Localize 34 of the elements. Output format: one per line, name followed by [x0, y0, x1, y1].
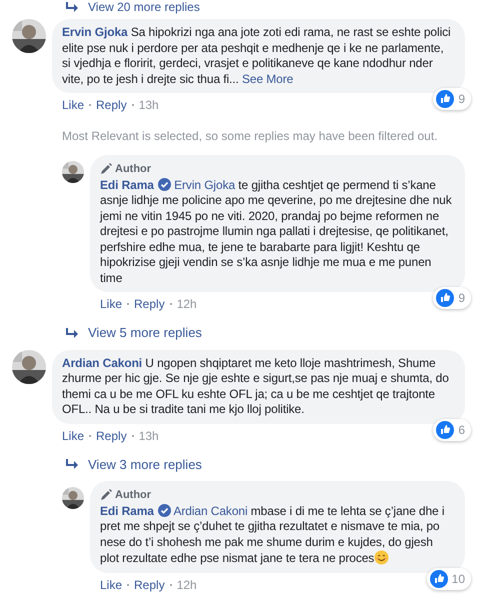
- mention-link[interactable]: Ervin Gjoka: [174, 178, 236, 192]
- author-label: Author: [115, 162, 152, 177]
- author-link[interactable]: Edi Rama: [100, 178, 154, 192]
- like-icon: [436, 289, 454, 307]
- filter-notice: Most Relevant is selected, so some replies may have been filtered out.: [62, 129, 438, 143]
- comment-text: Ervin Gjoka Sa hipokrizi nga ana jote zoti edi rama, ne rast se eshte polici elite pse nuk i perdore per ata peshqit e medhenje qe i ke ne parlamente, si vjedhja e floririt, gerdeci, vrasjet e politikaneve qe kane ndodhur nder vite, po te jesh i drejte sic thua fi... See More: [62, 25, 452, 87]
- action-link[interactable]: Like: [62, 426, 84, 444]
- author-link[interactable]: Ervin Gjoka: [62, 25, 128, 39]
- action-link[interactable]: Reply: [134, 576, 165, 594]
- comment-text: Edi Rama Ervin Gjoka te gjitha ceshtjet qe permend ti s’kane asnje lidhje me policine apo me qeverine, po me drejtesine dhe nuk jemi ne vitin 1945 po ne viti. 2020, prandaj po bejme reformen ne drejtesi e po pastrojme llumin nga pallati i drejtesise, qe politikanet, perfshire edhe mua, te jene te barabarte para ligjit! Keshtu qe hipokrizise gjeji vendin se s’ka asnje lidhje me mua e me punen time: [100, 178, 453, 286]
- action-link[interactable]: Like: [62, 96, 84, 114]
- author-link[interactable]: Edi Rama: [100, 504, 154, 518]
- view-replies-link[interactable]: View 3 more replies: [88, 454, 202, 474]
- see-more-link[interactable]: See More: [242, 72, 294, 86]
- mention-link[interactable]: Ardian Cakoni: [173, 504, 248, 518]
- action-link[interactable]: Like: [100, 295, 122, 313]
- action-link[interactable]: Reply: [96, 96, 127, 114]
- author-label: Author: [115, 488, 152, 503]
- pencil-icon: [100, 489, 112, 502]
- like-icon: [436, 420, 454, 438]
- comment-text: Ardian Cakoni U ngopen shqiptaret me keto lloje mashtrimesh, Shume zhurme per hic gje. Se nje gje eshte e sigurt,se pas nje muaj e shumta, do themi ca u be me OFL ku eshte OFL ja; ca u be me ceshtjet qe trajtonte OFL.. Na u be si tradite tani me kjo lloj politike.: [62, 356, 450, 418]
- reply-arrow-icon: [66, 459, 78, 470]
- action-link[interactable]: Reply: [96, 426, 127, 444]
- reply-arrow-icon: [66, 2, 78, 12]
- view-replies-link[interactable]: View 20 more replies: [88, 0, 200, 14]
- like-icon: [436, 90, 454, 108]
- action-link[interactable]: Reply: [134, 295, 165, 313]
- comment-text: Edi Rama Ardian Cakoni mbase i di me te lehta se ç’jane dhe i pret me shpejt se ç’duhet te gjitha rezultatet e nismave te mia, po nese do t’i shohesh me pak me shume durim e kujdes, do gjesh plot rezultate edhe pse nismat jane te tera ne proces: [100, 504, 446, 566]
- reply-arrow-icon: [66, 328, 78, 338]
- view-replies-link[interactable]: View 5 more replies: [88, 323, 202, 342]
- like-icon: [430, 570, 448, 588]
- pencil-icon: [100, 163, 112, 176]
- author-link[interactable]: Ardian Cakoni: [62, 356, 142, 370]
- action-link[interactable]: Like: [100, 576, 122, 594]
